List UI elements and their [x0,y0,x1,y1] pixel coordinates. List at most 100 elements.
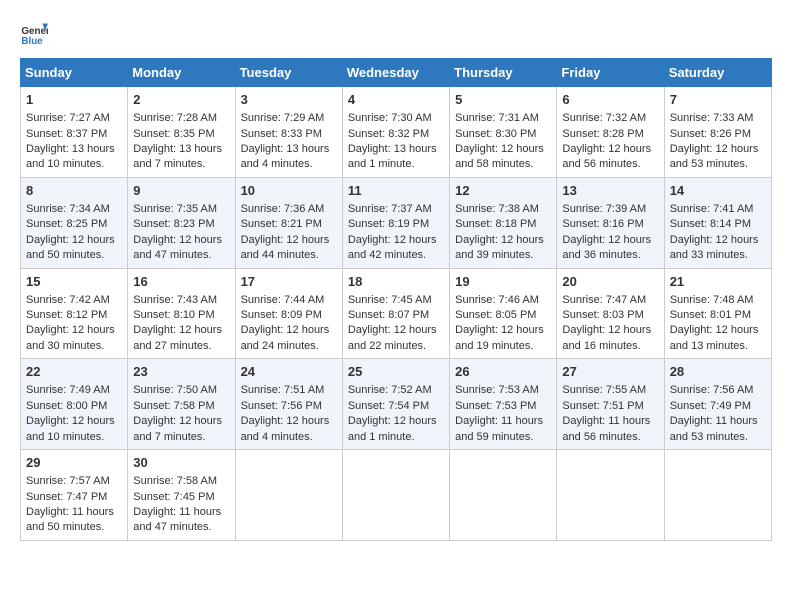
day-number: 29 [26,454,122,472]
weekday-header-saturday: Saturday [664,59,771,87]
sunrise: Sunrise: 7:52 AM [348,384,432,396]
weekday-header-wednesday: Wednesday [342,59,449,87]
calendar-cell [450,450,557,541]
daylight: Daylight: 11 hours and 59 minutes. [455,415,543,442]
sunset: Sunset: 8:12 PM [26,309,107,321]
calendar-cell: 19Sunrise: 7:46 AMSunset: 8:05 PMDayligh… [450,268,557,359]
sunrise: Sunrise: 7:31 AM [455,112,539,124]
page-header: General Blue [20,20,772,48]
sunset: Sunset: 8:03 PM [562,309,643,321]
sunrise: Sunrise: 7:57 AM [26,475,110,487]
calendar-cell: 13Sunrise: 7:39 AMSunset: 8:16 PMDayligh… [557,177,664,268]
sunset: Sunset: 8:19 PM [348,218,429,230]
calendar-cell: 7Sunrise: 7:33 AMSunset: 8:26 PMDaylight… [664,87,771,178]
daylight: Daylight: 11 hours and 47 minutes. [133,506,221,533]
sunrise: Sunrise: 7:38 AM [455,203,539,215]
sunrise: Sunrise: 7:58 AM [133,475,217,487]
sunset: Sunset: 8:28 PM [562,128,643,140]
day-number: 11 [348,182,444,200]
weekday-header-tuesday: Tuesday [235,59,342,87]
daylight: Daylight: 12 hours and 1 minute. [348,415,437,442]
weekday-header-monday: Monday [128,59,235,87]
calendar-cell: 11Sunrise: 7:37 AMSunset: 8:19 PMDayligh… [342,177,449,268]
sunrise: Sunrise: 7:35 AM [133,203,217,215]
weekday-header-thursday: Thursday [450,59,557,87]
daylight: Daylight: 12 hours and 30 minutes. [26,324,115,351]
day-number: 15 [26,273,122,291]
sunset: Sunset: 8:14 PM [670,218,751,230]
daylight: Daylight: 12 hours and 16 minutes. [562,324,651,351]
sunset: Sunset: 7:45 PM [133,491,214,503]
day-number: 22 [26,363,122,381]
weekday-header-friday: Friday [557,59,664,87]
calendar-cell: 29 Sunrise: 7:57 AM Sunset: 7:47 PM Dayligh… [21,450,128,541]
sunrise: Sunrise: 7:32 AM [562,112,646,124]
calendar-cell: 21Sunrise: 7:48 AMSunset: 8:01 PMDayligh… [664,268,771,359]
day-number: 12 [455,182,551,200]
sunrise: Sunrise: 7:48 AM [670,294,754,306]
daylight: Daylight: 12 hours and 24 minutes. [241,324,330,351]
sunrise: Sunrise: 7:27 AM [26,112,110,124]
daylight: Daylight: 12 hours and 4 minutes. [241,415,330,442]
day-number: 20 [562,273,658,291]
sunrise: Sunrise: 7:42 AM [26,294,110,306]
day-number: 17 [241,273,337,291]
sunset: Sunset: 7:51 PM [562,400,643,412]
sunrise: Sunrise: 7:36 AM [241,203,325,215]
calendar-cell: 6Sunrise: 7:32 AMSunset: 8:28 PMDaylight… [557,87,664,178]
sunset: Sunset: 7:47 PM [26,491,107,503]
calendar-cell: 22Sunrise: 7:49 AMSunset: 8:00 PMDayligh… [21,359,128,450]
sunrise: Sunrise: 7:44 AM [241,294,325,306]
sunset: Sunset: 8:16 PM [562,218,643,230]
calendar-cell: 5 Sunrise: 7:31 AM Sunset: 8:30 PM Daylight… [450,87,557,178]
day-number: 18 [348,273,444,291]
calendar-cell: 14Sunrise: 7:41 AMSunset: 8:14 PMDayligh… [664,177,771,268]
daylight: Daylight: 12 hours and 58 minutes. [455,143,544,170]
sunset: Sunset: 7:53 PM [455,400,536,412]
logo: General Blue [20,20,52,48]
sunrise: Sunrise: 7:45 AM [348,294,432,306]
day-number: 27 [562,363,658,381]
sunrise: Sunrise: 7:43 AM [133,294,217,306]
sunset: Sunset: 8:30 PM [455,128,536,140]
daylight: Daylight: 12 hours and 10 minutes. [26,415,115,442]
day-number: 1 [26,91,122,109]
daylight: Daylight: 12 hours and 44 minutes. [241,234,330,261]
daylight: Daylight: 12 hours and 7 minutes. [133,415,222,442]
calendar-cell: 15 Sunrise: 7:42 AM Sunset: 8:12 PM Dayligh… [21,268,128,359]
daylight: Daylight: 11 hours and 50 minutes. [26,506,114,533]
calendar-cell: 12Sunrise: 7:38 AMSunset: 8:18 PMDayligh… [450,177,557,268]
sunset: Sunset: 8:23 PM [133,218,214,230]
sunrise: Sunrise: 7:49 AM [26,384,110,396]
calendar-cell: 20Sunrise: 7:47 AMSunset: 8:03 PMDayligh… [557,268,664,359]
sunrise: Sunrise: 7:30 AM [348,112,432,124]
calendar-cell: 28Sunrise: 7:56 AMSunset: 7:49 PMDayligh… [664,359,771,450]
daylight: Daylight: 12 hours and 47 minutes. [133,234,222,261]
day-number: 8 [26,182,122,200]
sunset: Sunset: 8:09 PM [241,309,322,321]
sunset: Sunset: 8:35 PM [133,128,214,140]
calendar-cell: 27Sunrise: 7:55 AMSunset: 7:51 PMDayligh… [557,359,664,450]
daylight: Daylight: 13 hours and 1 minute. [348,143,437,170]
calendar-cell [342,450,449,541]
sunrise: Sunrise: 7:39 AM [562,203,646,215]
calendar-cell: 26Sunrise: 7:53 AMSunset: 7:53 PMDayligh… [450,359,557,450]
daylight: Daylight: 12 hours and 19 minutes. [455,324,544,351]
day-number: 10 [241,182,337,200]
sunset: Sunset: 8:18 PM [455,218,536,230]
calendar-cell [664,450,771,541]
day-number: 21 [670,273,766,291]
calendar-cell: 10Sunrise: 7:36 AMSunset: 8:21 PMDayligh… [235,177,342,268]
sunset: Sunset: 8:07 PM [348,309,429,321]
day-number: 25 [348,363,444,381]
day-number: 14 [670,182,766,200]
day-number: 5 [455,91,551,109]
sunrise: Sunrise: 7:56 AM [670,384,754,396]
sunset: Sunset: 7:54 PM [348,400,429,412]
calendar-cell: 30Sunrise: 7:58 AMSunset: 7:45 PMDayligh… [128,450,235,541]
day-number: 7 [670,91,766,109]
logo-icon: General Blue [20,20,48,48]
sunset: Sunset: 8:26 PM [670,128,751,140]
calendar-cell [557,450,664,541]
daylight: Daylight: 13 hours and 7 minutes. [133,143,222,170]
